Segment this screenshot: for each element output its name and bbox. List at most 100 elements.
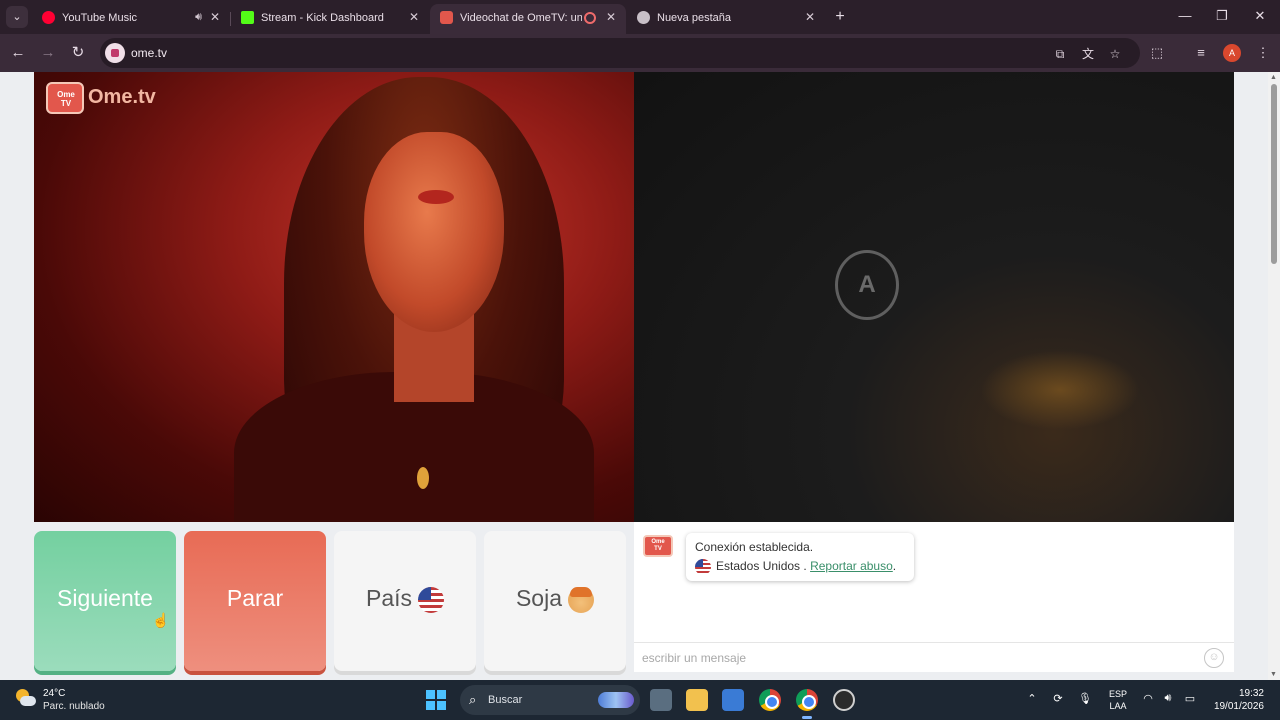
chrome-icon[interactable]: [759, 689, 781, 711]
close-tab-icon[interactable]: ✕: [210, 10, 220, 24]
partner-country: Estados Unidos: [716, 559, 801, 574]
language-top: ESP: [1108, 689, 1127, 699]
address-bar[interactable]: ome.tv ⧉ 文 ☆: [100, 38, 1140, 68]
translate-icon[interactable]: 文: [1080, 46, 1096, 62]
scrollbar-thumb[interactable]: [1271, 84, 1277, 264]
page-scrollbar[interactable]: ▲ ▼: [1268, 72, 1280, 680]
tab-ometv[interactable]: Videochat de OmeTV: una a ✕: [430, 4, 626, 34]
tab-strip: ⌄ YouTube Music 🔊︎ ✕ Stream - Kick Dashb…: [0, 0, 1280, 34]
close-tab-icon[interactable]: ✕: [805, 10, 815, 24]
chrome-profile-icon[interactable]: [796, 689, 818, 711]
media-control-icon[interactable]: ≡: [1192, 44, 1210, 62]
mouse-pointer-icon: ☝: [152, 612, 170, 628]
separator-text: .: [800, 559, 811, 574]
clock-date: 19/01/2026: [1213, 701, 1264, 712]
cast-icon[interactable]: ⧉: [1052, 46, 1068, 62]
person-face: [364, 132, 504, 332]
bookmark-star-icon[interactable]: ☆: [1107, 46, 1123, 62]
stop-button[interactable]: Parar: [184, 531, 326, 671]
close-tab-icon[interactable]: ✕: [606, 10, 616, 24]
boy-face-icon: [568, 586, 595, 613]
battery-icon[interactable]: ▭: [1182, 692, 1198, 705]
chat-input-row: ☺: [634, 642, 1234, 672]
close-tab-icon[interactable]: ✕: [409, 10, 419, 24]
wifi-icon[interactable]: ◠: [1140, 692, 1156, 705]
tab-label: Videochat de OmeTV: una a: [460, 12, 582, 24]
tray-overflow-icon[interactable]: ⌃: [1024, 692, 1040, 705]
windows-taskbar: 24°C Parc. nublado ⌕ Buscar ⌃ ⟳ 🎙︎ ESP L…: [0, 680, 1280, 720]
windows-start-icon[interactable]: [426, 690, 446, 710]
weather-condition[interactable]: Parc. nublado: [43, 701, 105, 712]
local-video: [34, 72, 634, 522]
microphone-icon[interactable]: 🎙︎: [1077, 692, 1093, 705]
country-button[interactable]: País: [334, 531, 476, 671]
country-button-label: País: [365, 585, 413, 611]
weather-icon[interactable]: [16, 689, 36, 709]
url-text[interactable]: ome.tv: [131, 46, 167, 60]
new-tab-button[interactable]: +: [830, 7, 850, 27]
site-info-icon[interactable]: [105, 43, 125, 63]
logo-tv-text: Ome TV: [57, 90, 75, 108]
emoji-icon[interactable]: ☺: [1204, 648, 1224, 668]
tab-youtube-music[interactable]: YouTube Music 🔊︎ ✕: [32, 4, 231, 34]
language-bottom: LAA: [1109, 701, 1127, 711]
sync-icon[interactable]: ⟳: [1050, 692, 1066, 705]
start-tile: [437, 690, 446, 699]
browser-toolbar: ← → ↻ ome.tv ⧉ 文 ☆ ⬚ ≡ A ⋮: [0, 34, 1280, 72]
chat-ometv-logo-icon: Ome TV: [643, 535, 673, 557]
report-abuse-link[interactable]: Reportar abuso: [810, 559, 893, 573]
system-message-bubble: Conexión establecida. Estados Unidos . R…: [686, 533, 914, 581]
next-button-label: Siguiente: [57, 585, 153, 611]
language-indicator[interactable]: ESP LAA: [1108, 688, 1128, 712]
youtube-music-icon: [42, 11, 55, 24]
scroll-down-icon[interactable]: ▼: [1270, 671, 1277, 678]
ometv-icon: [440, 11, 453, 24]
country-button-row: País: [334, 585, 476, 613]
clock-time: 19:32: [1238, 688, 1264, 699]
ometv-logo[interactable]: Ome TV Ome.tv: [46, 80, 161, 116]
minimize-icon[interactable]: —: [1175, 8, 1195, 23]
next-button[interactable]: Siguiente: [34, 531, 176, 671]
temperature[interactable]: 24°C: [43, 688, 65, 699]
chat-logo-text: Ome TV: [651, 539, 665, 552]
audio-playing-icon[interactable]: 🔊︎: [195, 11, 202, 24]
restore-icon[interactable]: ❐: [1212, 8, 1232, 24]
taskbar-search[interactable]: ⌕ Buscar: [460, 685, 640, 715]
chrome-icon: [637, 11, 650, 24]
obs-icon[interactable]: [833, 689, 855, 711]
scroll-up-icon[interactable]: ▲: [1270, 74, 1277, 81]
logo-tv-icon: Ome TV: [46, 82, 84, 114]
chat-message-input[interactable]: [642, 648, 1192, 668]
search-icon: ⌕: [469, 692, 477, 707]
reload-icon[interactable]: ↻: [68, 43, 88, 63]
partner-country-line: Estados Unidos . Reportar abuso.: [695, 559, 896, 575]
taskbar-clock[interactable]: 19:32 19/01/2026: [1210, 687, 1264, 713]
us-flag-icon: [695, 559, 711, 575]
forward-icon[interactable]: →: [38, 43, 58, 63]
extensions-icon[interactable]: ⬚: [1148, 44, 1166, 62]
tab-label: Stream - Kick Dashboard: [261, 12, 384, 24]
gender-button[interactable]: Soja: [484, 531, 626, 671]
start-tile: [437, 701, 446, 710]
active-app-indicator: [802, 716, 812, 719]
remote-video: [634, 72, 1234, 522]
period-text: .: [892, 559, 897, 574]
tab-search-button[interactable]: ⌄: [6, 6, 28, 28]
profile-avatar[interactable]: A: [1223, 44, 1241, 62]
menu-kebab-icon[interactable]: ⋮: [1254, 44, 1272, 62]
close-window-icon[interactable]: ✕: [1250, 8, 1270, 24]
file-explorer-icon[interactable]: [686, 689, 708, 711]
volume-icon[interactable]: 🔊︎: [1160, 692, 1176, 705]
tab-kick-dashboard[interactable]: Stream - Kick Dashboard ✕: [231, 4, 429, 34]
gender-button-label: Soja: [515, 585, 563, 611]
stop-button-label: Parar: [226, 585, 284, 611]
remote-video-emblem: A: [835, 250, 899, 320]
start-tile: [426, 701, 435, 710]
microsoft-store-icon[interactable]: [722, 689, 744, 711]
search-highlight-icon: [598, 692, 634, 708]
recording-icon: [584, 12, 596, 24]
tab-new-tab[interactable]: Nueva pestaña ✕: [627, 4, 825, 34]
back-icon[interactable]: ←: [8, 43, 28, 63]
remote-video-light: [980, 350, 1140, 430]
task-view-icon[interactable]: [650, 689, 672, 711]
